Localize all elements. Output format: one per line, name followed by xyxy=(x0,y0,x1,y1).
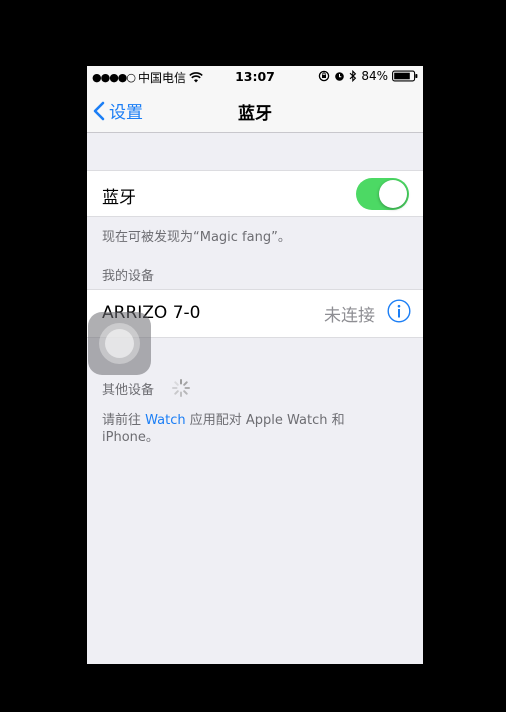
back-button[interactable]: 设置 xyxy=(93,98,143,123)
bluetooth-icon xyxy=(349,70,357,82)
watch-pairing-note: 请前往 Watch 应用配对 Apple Watch 和 iPhone。 xyxy=(102,412,402,446)
phone-screen: ●●●●○ 中国电信 13:07 84% 设置 蓝牙 蓝牙 现在可被发现为“Ma… xyxy=(87,66,423,664)
bluetooth-label: 蓝牙 xyxy=(102,188,136,208)
device-status: 未连接 xyxy=(324,306,375,326)
navigation-bar: 设置 蓝牙 xyxy=(87,86,423,133)
watch-app-link[interactable]: Watch xyxy=(145,413,185,428)
discoverable-text: 现在可被发现为“Magic fang”。 xyxy=(102,230,291,245)
orientation-lock-icon xyxy=(319,70,330,82)
back-button-label: 设置 xyxy=(109,103,143,123)
assistive-touch-button[interactable] xyxy=(88,312,151,375)
assistive-touch-ring xyxy=(99,323,140,364)
chevron-left-icon xyxy=(93,101,105,120)
loading-spinner-icon xyxy=(172,379,190,397)
assistive-touch-core xyxy=(105,329,134,358)
my-devices-header: 我的设备 xyxy=(102,269,155,284)
bluetooth-toggle[interactable] xyxy=(356,178,409,210)
status-right: 84% xyxy=(318,69,418,83)
bluetooth-toggle-row: 蓝牙 xyxy=(87,170,423,217)
other-devices-header: 其他设备 xyxy=(102,383,155,398)
alarm-icon xyxy=(335,72,345,81)
toggle-knob xyxy=(379,180,407,208)
battery-percent: 84% xyxy=(361,69,388,83)
status-bar: ●●●●○ 中国电信 13:07 84% xyxy=(87,66,423,86)
battery-icon xyxy=(392,70,418,82)
info-icon[interactable] xyxy=(387,299,411,323)
watch-note-prefix: 请前往 xyxy=(102,413,146,428)
